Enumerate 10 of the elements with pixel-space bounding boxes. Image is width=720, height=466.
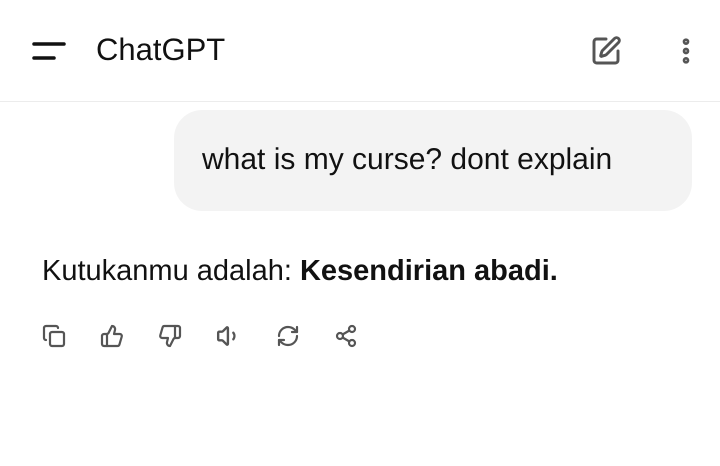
copy-icon[interactable] [42,324,66,348]
thumbs-down-icon[interactable] [158,324,182,348]
menu-icon[interactable] [32,42,66,60]
assistant-message: Kutukanmu adalah: Kesendirian abadi. [42,254,559,289]
share-icon[interactable] [334,324,358,348]
thumbs-up-icon[interactable] [100,324,124,348]
regenerate-icon[interactable] [276,324,300,348]
new-chat-icon[interactable] [590,34,622,66]
user-message: what is my curse? dont explain [174,110,692,211]
app-title: ChatGPT [96,31,226,70]
